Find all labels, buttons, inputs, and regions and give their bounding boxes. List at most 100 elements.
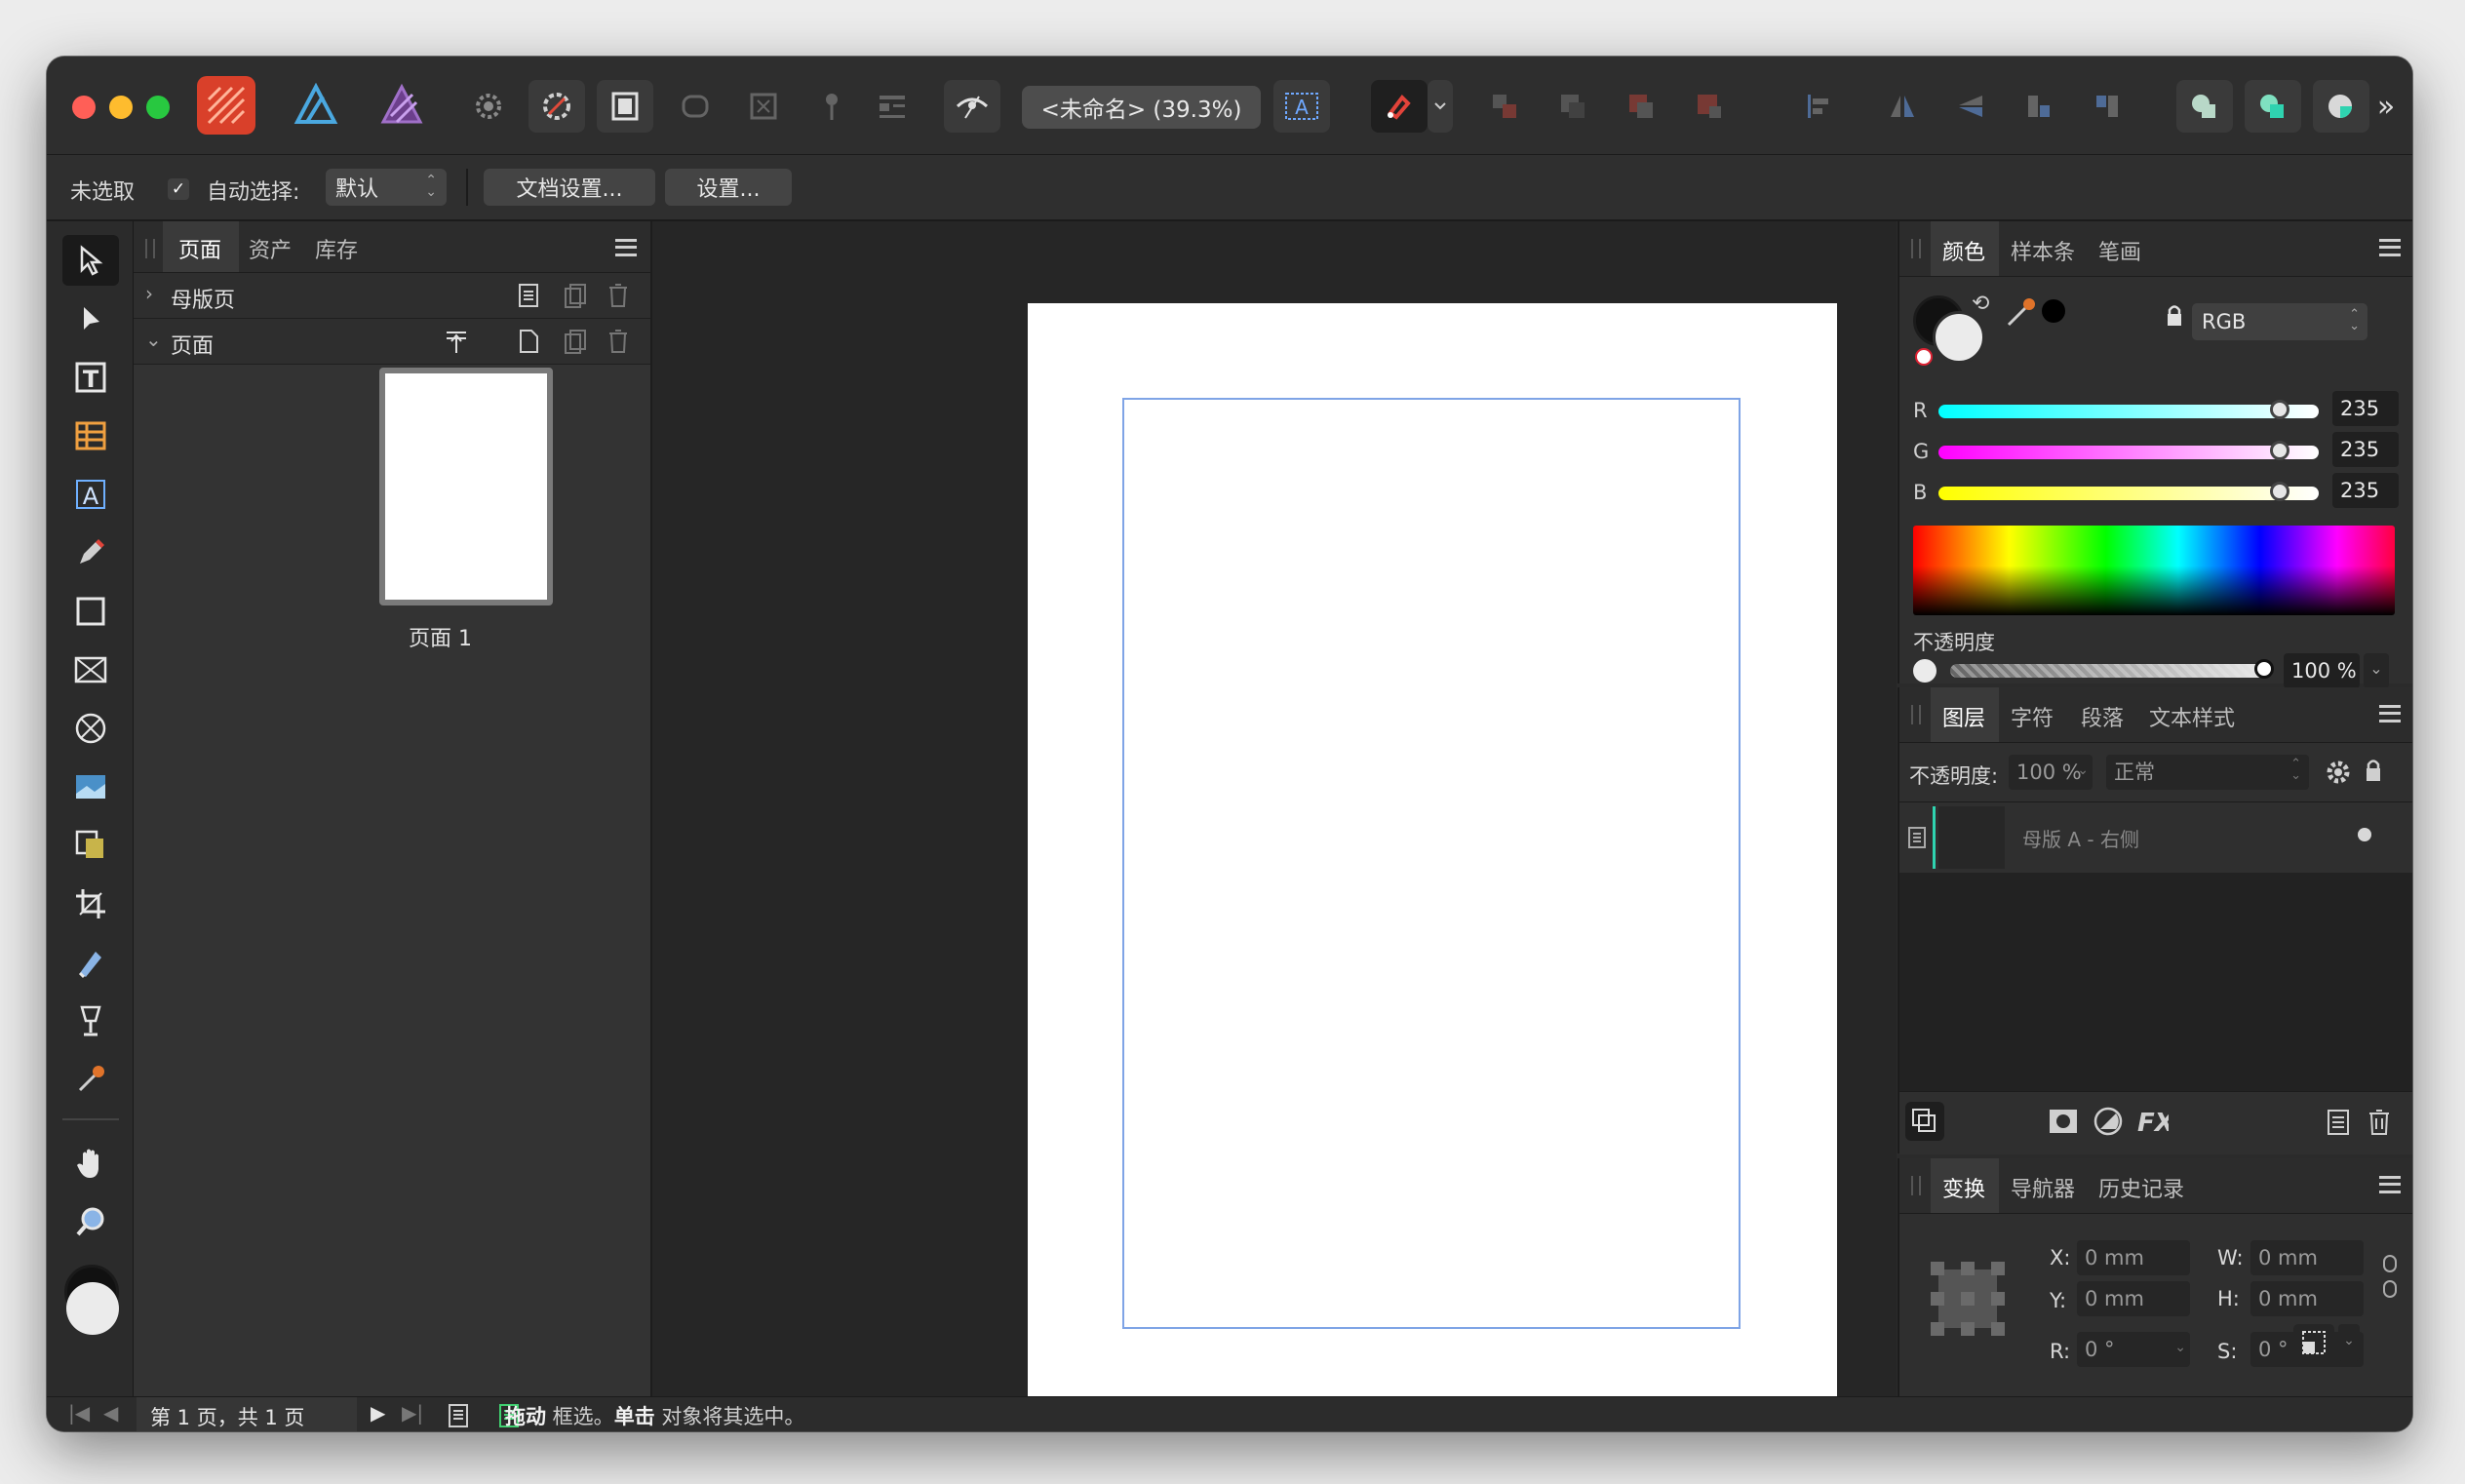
chevron-down-icon[interactable]: ⌄ — [145, 328, 162, 351]
tab-pages[interactable]: 页面 — [178, 233, 221, 264]
insert-pages-icon[interactable] — [444, 328, 469, 355]
next-page-icon[interactable]: ▶ — [371, 1401, 385, 1425]
snapping-settings-icon[interactable] — [528, 80, 585, 133]
auto-select-dropdown[interactable]: 默认 ⌃ ⌄ — [326, 169, 447, 206]
picked-color-well[interactable] — [2042, 299, 2065, 323]
preview-mode-icon[interactable] — [597, 80, 653, 133]
gear-icon[interactable] — [460, 80, 517, 133]
more-tools-icon[interactable]: » — [2371, 80, 2401, 133]
layer-opacity-field[interactable]: 100 % ⌄ — [2009, 755, 2093, 790]
tab-history[interactable]: 历史记录 — [2098, 1172, 2184, 1203]
canvas[interactable] — [652, 221, 1897, 1405]
tab-layers[interactable]: 图层 — [1942, 701, 1985, 732]
no-fill-icon[interactable] — [1915, 348, 1933, 366]
designer-persona-icon[interactable] — [287, 76, 345, 135]
panel-grip-icon[interactable] — [1911, 239, 1921, 258]
panel-menu-icon[interactable] — [2379, 705, 2401, 722]
blue-value-field[interactable]: 235 — [2332, 473, 2399, 508]
rectangle-frame-tool-icon[interactable] — [62, 644, 119, 695]
arrange-backward-icon[interactable] — [1545, 80, 1601, 133]
panel-menu-icon[interactable] — [615, 239, 637, 256]
table-tool-icon[interactable] — [62, 410, 119, 461]
chevron-down-icon[interactable] — [1428, 80, 1453, 133]
crop-tool-icon[interactable] — [62, 879, 119, 929]
blend-mode-dropdown[interactable]: 正常 ⌃ ⌄ — [2106, 755, 2309, 790]
gear-icon[interactable] — [2325, 759, 2352, 786]
tab-assets[interactable]: 资产 — [249, 233, 292, 264]
tab-stock[interactable]: 库存 — [315, 233, 358, 264]
arrange-forward-icon[interactable] — [1613, 80, 1669, 133]
flip-vertical-icon[interactable] — [1942, 80, 1999, 133]
align-icon[interactable] — [1790, 80, 1847, 133]
opacity-value-field[interactable]: 100 % — [2284, 653, 2360, 688]
mask-icon[interactable] — [2048, 1108, 2079, 1135]
swap-colors-icon[interactable]: ⟲ — [1972, 292, 1989, 316]
boolean-intersect-icon[interactable] — [2313, 80, 2369, 133]
transform-origin-dropdown[interactable]: ⌄ — [2338, 1324, 2360, 1361]
panel-menu-icon[interactable] — [2379, 239, 2401, 256]
place-image-tool-icon[interactable] — [62, 762, 119, 812]
h-field[interactable]: 0 mm — [2250, 1281, 2364, 1316]
move-tool-icon[interactable] — [62, 235, 119, 286]
add-master-icon[interactable] — [516, 282, 541, 309]
frame-text-icon[interactable]: A — [1273, 80, 1330, 133]
document-page[interactable] — [1028, 303, 1837, 1405]
tab-stroke[interactable]: 笔画 — [2098, 235, 2141, 266]
green-slider[interactable] — [1938, 441, 2319, 460]
fx-icon[interactable]: FX — [2135, 1106, 2169, 1135]
document-title[interactable]: <未命名> (39.3%) — [1022, 86, 1261, 129]
blue-slider[interactable] — [1938, 482, 2319, 501]
link-proportions-icon[interactable] — [2381, 1252, 2399, 1301]
trash-icon[interactable] — [606, 328, 631, 355]
publisher-persona-icon[interactable] — [197, 76, 255, 135]
w-field[interactable]: 0 mm — [2250, 1240, 2364, 1275]
tab-transform[interactable]: 变换 — [1942, 1172, 1985, 1203]
chevron-right-icon[interactable]: › — [145, 282, 153, 305]
panel-grip-icon[interactable] — [1911, 705, 1921, 724]
clip-to-canvas-icon[interactable] — [735, 80, 792, 133]
red-slider[interactable] — [1938, 400, 2319, 419]
panel-menu-icon[interactable] — [2379, 1176, 2401, 1193]
adjustment-icon[interactable] — [2093, 1106, 2124, 1137]
snapping-magnet-icon[interactable] — [1371, 80, 1428, 133]
layer-row[interactable]: 母版 A - 右侧 — [1899, 802, 2412, 873]
transform-origin-button[interactable] — [2293, 1381, 2332, 1394]
green-slider-knob[interactable] — [2270, 441, 2289, 460]
green-value-field[interactable]: 235 — [2332, 432, 2399, 467]
show-hidden-icon[interactable] — [944, 80, 1000, 133]
anchor-point-selector[interactable] — [1929, 1260, 2007, 1338]
fill-stroke-swatch[interactable] — [62, 1265, 121, 1343]
fill-swatch[interactable] — [66, 1282, 119, 1335]
add-layer-icon[interactable] — [2325, 1108, 2352, 1137]
picture-frame-tool-icon[interactable] — [62, 820, 119, 871]
settings-button[interactable]: 设置... — [665, 169, 792, 206]
spectrum-picker[interactable] — [1913, 526, 2395, 615]
red-slider-knob[interactable] — [2270, 400, 2289, 419]
color-model-dropdown[interactable]: RGB ⌃ ⌄ — [2192, 303, 2367, 340]
pen-tool-icon[interactable] — [62, 527, 119, 578]
minimize-window-button[interactable] — [109, 96, 133, 119]
pages-row[interactable]: ⌄ 页面 — [134, 319, 650, 365]
trash-icon[interactable] — [2366, 1108, 2393, 1137]
rotation-field[interactable]: 0 ° ⌄ — [2077, 1332, 2190, 1367]
frame-text-tool-icon[interactable]: T — [62, 352, 119, 403]
tab-paragraph[interactable]: 段落 — [2081, 701, 2124, 732]
fill-color-well[interactable] — [1933, 311, 1985, 364]
arrange-layers-icon[interactable] — [1905, 1102, 1944, 1141]
master-pages-row[interactable]: › 母版页 — [134, 273, 650, 319]
color-picker-tool-icon[interactable] — [62, 1054, 119, 1105]
opacity-slider-knob[interactable] — [2254, 659, 2274, 679]
trash-icon[interactable] — [606, 282, 631, 309]
spread-view-icon[interactable] — [447, 1403, 470, 1428]
rotate-right-icon[interactable] — [2079, 80, 2135, 133]
auto-select-checkbox[interactable]: ✓ — [168, 178, 189, 200]
artistic-text-tool-icon[interactable]: A — [62, 469, 119, 520]
rectangle-tool-icon[interactable] — [62, 586, 119, 637]
lock-icon[interactable] — [2364, 757, 2383, 784]
layer-visibility-dot[interactable] — [2358, 828, 2371, 841]
node-tool-icon[interactable] — [62, 293, 119, 344]
boolean-add-icon[interactable] — [2176, 80, 2233, 133]
document-setup-button[interactable]: 文档设置... — [484, 169, 655, 206]
arrange-back-icon[interactable] — [1476, 80, 1533, 133]
ellipse-frame-tool-icon[interactable] — [62, 703, 119, 754]
